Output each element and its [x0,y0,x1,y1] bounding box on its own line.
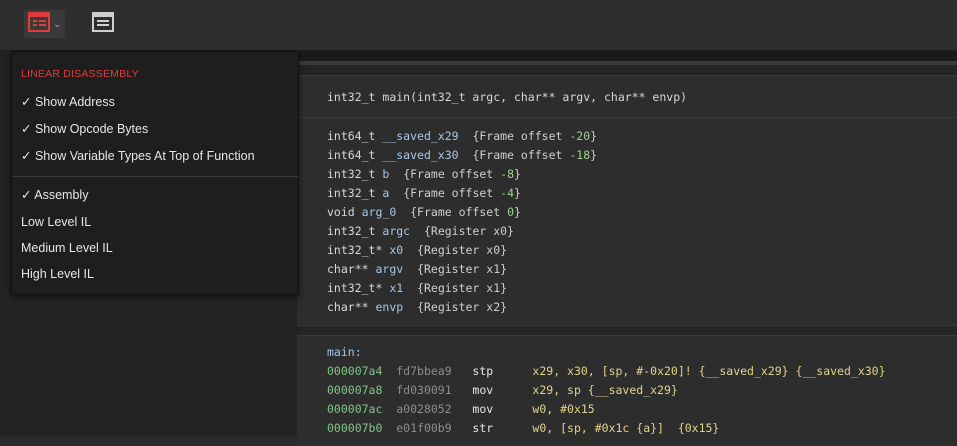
operands[interactable]: w0, [sp, #0x1c {a}] {0x15} [532,421,719,435]
variable-offset: -8 [500,167,514,181]
variable-row[interactable]: int32_t argc {Register x0} [327,221,514,241]
instruction-address[interactable]: 000007a4 [327,364,382,378]
instruction-row[interactable]: 000007ac a0028052 mov w0, #0x15 [327,399,595,419]
operands[interactable]: x29, sp {__saved_x29} [532,383,677,397]
menu-item-medium-level-il[interactable]: Medium Level IL [21,239,113,257]
variable-row[interactable]: int32_t a {Frame offset -4} [327,183,521,203]
function-name[interactable]: main [382,90,410,104]
variable-type: int32_t [327,186,376,200]
instruction-address[interactable]: 000007ac [327,402,382,416]
variable-offset: -18 [569,148,591,162]
variable-info: {Frame offset [472,129,570,143]
variable-name[interactable]: argv [375,262,403,276]
toolbar: ⌄ [0,0,957,51]
opcode-bytes: a0028052 [396,402,452,416]
variable-type: char** [327,262,369,276]
variable-info: {Register x1} [417,281,508,295]
variable-row[interactable]: int64_t __saved_x30 {Frame offset -18} [327,145,597,165]
menu-item-assembly[interactable]: ✓ Assembly [21,186,88,204]
variable-info: {Frame offset [403,167,501,181]
mnemonic[interactable]: mov [472,380,532,400]
variable-info: {Register x1} [417,262,508,276]
variable-name[interactable]: a [382,186,389,200]
variable-row[interactable]: void arg_0 {Frame offset 0} [327,202,521,222]
instruction-address[interactable]: 000007a8 [327,383,382,397]
variable-type: int64_t [327,148,376,162]
variable-offset: -20 [569,129,591,143]
variable-info: {Register x0} [423,224,514,238]
variables-block: int64_t __saved_x29 {Frame offset -20} i… [297,117,957,326]
chevron-down-icon[interactable]: ⌄ [53,19,61,30]
view-header-bar [297,51,957,61]
variable-info: {Frame offset [403,186,501,200]
variable-row[interactable]: char** argv {Register x1} [327,259,507,279]
return-type[interactable]: int32_t [327,90,375,104]
variable-name[interactable]: x0 [389,243,403,257]
label-text[interactable]: main: [327,345,362,359]
menu-item-show-address[interactable]: ✓ Show Address [21,93,115,111]
variable-row[interactable]: int64_t __saved_x29 {Frame offset -20} [327,126,597,146]
view-options-menu: LINEAR DISASSEMBLY ✓ Show Address ✓ Show… [11,51,299,295]
variable-name[interactable]: arg_0 [362,205,397,219]
variable-info: {Register x0} [417,243,508,257]
mnemonic[interactable]: mov [472,399,532,419]
opcode-bytes: fd030091 [396,383,452,397]
instruction-address[interactable]: 000007b0 [327,421,382,435]
variable-name[interactable]: argc [382,224,410,238]
menu-item-high-level-il[interactable]: High Level IL [21,265,94,283]
graph-view-icon [92,11,114,37]
graph-view-button[interactable] [88,10,118,38]
variable-name[interactable]: __saved_x30 [382,148,458,162]
menu-item-show-opcode-bytes[interactable]: ✓ Show Opcode Bytes [21,120,148,138]
linear-view-icon [28,11,50,37]
opcode-bytes: e01f00b9 [396,421,452,435]
menu-item-show-variable-types[interactable]: ✓ Show Variable Types At Top of Function [21,147,255,165]
operands[interactable]: w0, #0x15 [532,402,594,416]
variable-type: int32_t* [327,243,383,257]
linear-view-button[interactable]: ⌄ [24,10,66,38]
function-signature-block: int32_t main(int32_t argc, char** argv, … [297,75,957,121]
variable-type: int32_t [327,224,376,238]
menu-divider [12,176,298,177]
menu-item-low-level-il[interactable]: Low Level IL [21,213,91,231]
variable-name[interactable]: b [382,167,389,181]
variable-row[interactable]: int32_t* x1 {Register x1} [327,278,507,298]
divider [297,61,957,65]
variable-name[interactable]: __saved_x29 [382,129,458,143]
function-params[interactable]: (int32_t argc, char** argv, char** envp) [410,90,687,104]
variable-offset: -4 [500,186,514,200]
variable-type: int32_t* [327,281,383,295]
variable-name[interactable]: envp [375,300,403,314]
mnemonic[interactable]: stp [472,361,532,381]
variable-type: char** [327,300,369,314]
instruction-row[interactable]: 000007a4 fd7bbea9 stp x29, x30, [sp, #-0x… [327,361,886,381]
assembly-block: main: 000007a4 fd7bbea9 stp x29, x30, [sp… [297,335,957,446]
variable-info: {Register x2} [417,300,508,314]
function-label[interactable]: main: [327,342,362,362]
variable-info-end: } [514,186,521,200]
variable-name[interactable]: x1 [389,281,403,295]
variable-info-end: } [590,129,598,143]
menu-section-title: LINEAR DISASSEMBLY [21,68,139,80]
variable-row[interactable]: int32_t b {Frame offset -8} [327,164,521,184]
mnemonic[interactable]: str [472,418,532,438]
variable-info: {Frame offset [410,205,508,219]
linear-disassembly-view[interactable]: int32_t main(int32_t argc, char** argv, … [297,51,957,446]
instruction-row[interactable]: 000007b0 e01f00b9 str w0, [sp, #0x1c {a}]… [327,418,719,438]
variable-row[interactable]: char** envp {Register x2} [327,297,507,317]
variable-info-end: } [590,148,598,162]
variable-info: {Frame offset [472,148,570,162]
instruction-row[interactable]: 000007a8 fd030091 mov x29, sp {__saved_x2… [327,380,678,400]
variable-type: int32_t [327,167,376,181]
variable-info-end: } [514,167,521,181]
variable-row[interactable]: int32_t* x0 {Register x0} [327,240,507,260]
function-signature[interactable]: int32_t main(int32_t argc, char** argv, … [327,90,687,104]
operands[interactable]: x29, x30, [sp, #-0x20]! {__saved_x29} {_… [532,364,885,378]
variable-type: void [327,205,355,219]
variable-offset: 0 [507,205,514,219]
opcode-bytes: fd7bbea9 [396,364,452,378]
variable-type: int64_t [327,129,376,143]
variable-info-end: } [514,205,521,219]
